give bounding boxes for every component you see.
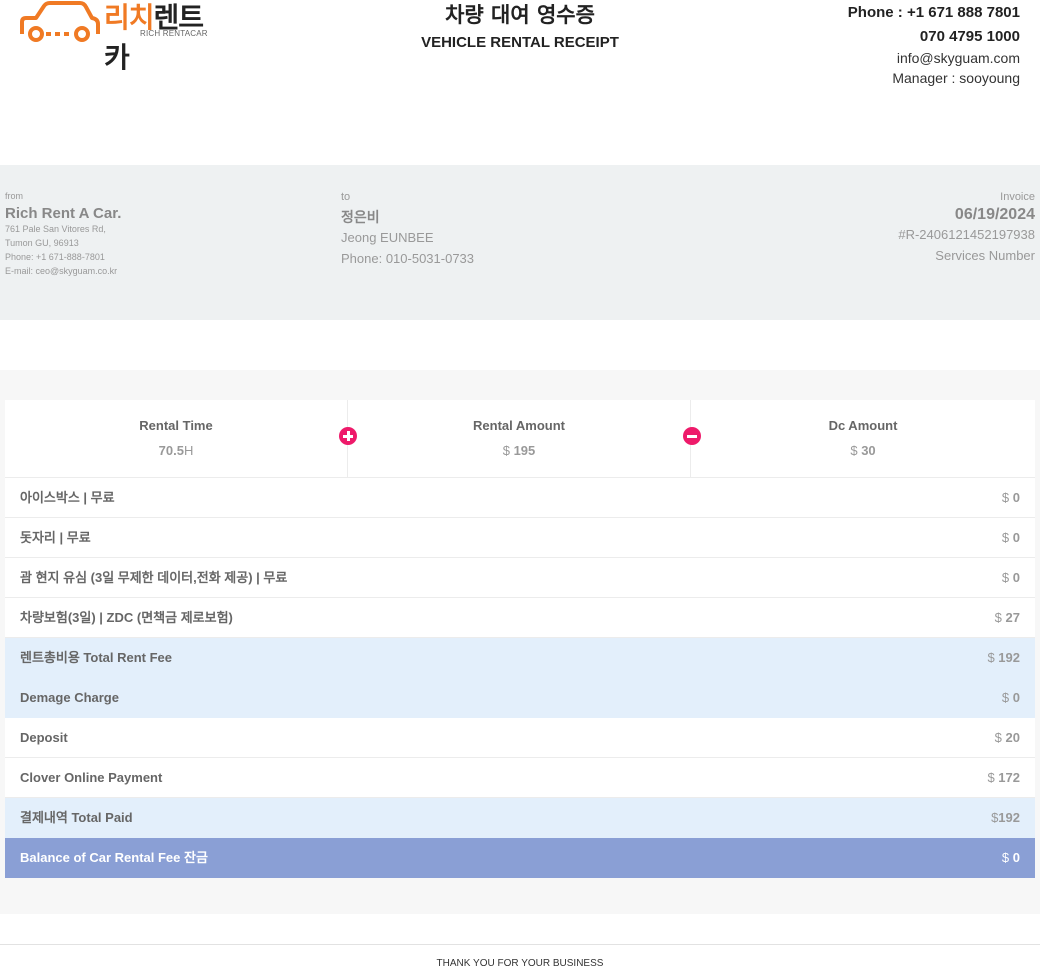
to-name-english: Jeong EUNBEE <box>341 230 434 245</box>
to-name-korean: 정은비 <box>341 210 380 226</box>
rental-amount-cell: Rental Amount $ 195 <box>347 400 690 478</box>
plus-circle-icon <box>339 427 357 445</box>
dc-amount-cell: Dc Amount $ 30 <box>690 400 1035 478</box>
online-payment-row: Clover Online Payment $ 172 <box>5 758 1035 798</box>
charge-rows: 아이스박스 | 무료 $ 0 돗자리 | 무료 $ 0 괌 현지 유심 (3일 … <box>5 478 1035 878</box>
invoice-number: #R-2406121452197938 <box>898 227 1035 242</box>
row-label: 괌 현지 유심 (3일 무제한 데이터,전화 제공) | 무료 <box>20 570 288 585</box>
row-label: Deposit <box>20 730 68 745</box>
row-label: 아이스박스 | 무료 <box>20 490 115 505</box>
row-label: Balance of Car Rental Fee 잔금 <box>20 850 208 865</box>
deposit-row: Deposit $ 20 <box>5 718 1035 758</box>
invoice-date: 06/19/2024 <box>954 206 1035 223</box>
rental-summary: Rental Time 70.5H Rental Amount $ 195 Dc… <box>5 400 1035 478</box>
row-amount: $ 172 <box>987 770 1020 785</box>
rental-amount-label: Rental Amount <box>473 418 565 433</box>
receipt-footer: THANK YOU FOR YOUR BUSINESS <box>0 944 1040 971</box>
charges-section: Rental Time 70.5H Rental Amount $ 195 Dc… <box>0 370 1040 914</box>
row-amount: $ 0 <box>1001 490 1020 505</box>
row-amount: $ 0 <box>1001 690 1020 705</box>
row-amount: $ 0 <box>1001 570 1020 585</box>
row-label: 차량보험(3일) | ZDC (면책금 제로보험) <box>20 610 233 625</box>
row-amount: $ 20 <box>994 730 1020 745</box>
contact-info: Phone : +1 671 888 7801 070 4795 1000 in… <box>848 2 1020 88</box>
contact-email: info@skyguam.com <box>896 50 1020 66</box>
table-row: 괌 현지 유심 (3일 무제한 데이터,전화 제공) | 무료 $ 0 <box>5 558 1035 598</box>
from-address-2: Tumon GU, 96913 <box>5 238 79 248</box>
balance-row: Balance of Car Rental Fee 잔금 $ 0 <box>5 838 1035 878</box>
total-rent-fee-row: 렌트총비용 Total Rent Fee $ 192 <box>5 638 1035 678</box>
from-address-1: 761 Pale San Vitores Rd, <box>5 224 106 234</box>
phone-primary: Phone : +1 671 888 7801 <box>847 4 1020 21</box>
row-label: 결제내역 Total Paid <box>20 810 133 825</box>
phone-secondary: 070 4795 1000 <box>919 28 1020 45</box>
row-amount: $ 192 <box>987 650 1020 665</box>
from-phone: Phone: +1 671-888-7801 <box>5 252 105 262</box>
manager-name: Manager : sooyoung <box>892 70 1020 86</box>
from-email: E-mail: ceo@skyguam.co.kr <box>5 266 118 276</box>
row-amount: $ 0 <box>1001 850 1020 865</box>
row-label: Demage Charge <box>20 690 119 705</box>
table-row: 차량보험(3일) | ZDC (면책금 제로보험) $ 27 <box>5 598 1035 638</box>
billing-info: from Rich Rent A Car. 761 Pale San Vitor… <box>0 165 1040 320</box>
minus-circle-icon <box>683 427 701 445</box>
table-row: 아이스박스 | 무료 $ 0 <box>5 478 1035 518</box>
dc-amount-label: Dc Amount <box>828 418 898 433</box>
table-row: 돗자리 | 무료 $ 0 <box>5 518 1035 558</box>
total-paid-row: 결제내역 Total Paid $192 <box>5 798 1035 838</box>
services-number-label: Services Number <box>935 248 1035 263</box>
invoice-block: Invoice 06/19/2024 #R-2406121452197938 S… <box>898 191 1035 266</box>
rental-time-label: Rental Time <box>139 418 213 433</box>
row-label: Clover Online Payment <box>20 770 163 785</box>
from-block: from Rich Rent A Car. 761 Pale San Vitor… <box>5 191 121 278</box>
row-label: 돗자리 | 무료 <box>20 530 91 545</box>
from-company-name: Rich Rent A Car. <box>5 205 122 222</box>
to-label: to <box>341 191 351 203</box>
row-amount: $ 0 <box>1001 530 1020 545</box>
thank-you-text: THANK YOU FOR YOUR BUSINESS <box>436 958 604 969</box>
rental-amount-value: $ 195 <box>502 443 536 458</box>
to-phone: Phone: 010-5031-0733 <box>341 251 475 266</box>
to-block: to 정은비 Jeong EUNBEE Phone: 010-5031-0733 <box>341 191 474 269</box>
dc-amount-value: $ 30 <box>850 443 876 458</box>
rental-time-cell: Rental Time 70.5H <box>5 400 347 478</box>
row-amount: $192 <box>991 810 1020 825</box>
from-label: from <box>5 191 23 201</box>
damage-charge-row: Demage Charge $ 0 <box>5 678 1035 718</box>
row-label: 렌트총비용 Total Rent Fee <box>20 650 173 665</box>
row-amount: $ 27 <box>994 610 1020 625</box>
rental-time-value: 70.5H <box>158 443 194 458</box>
receipt-header: 리치렌트카 RICH RENTACAR 차량 대여 영수증 VEHICLE RE… <box>0 0 1040 100</box>
invoice-label: Invoice <box>1000 191 1035 203</box>
